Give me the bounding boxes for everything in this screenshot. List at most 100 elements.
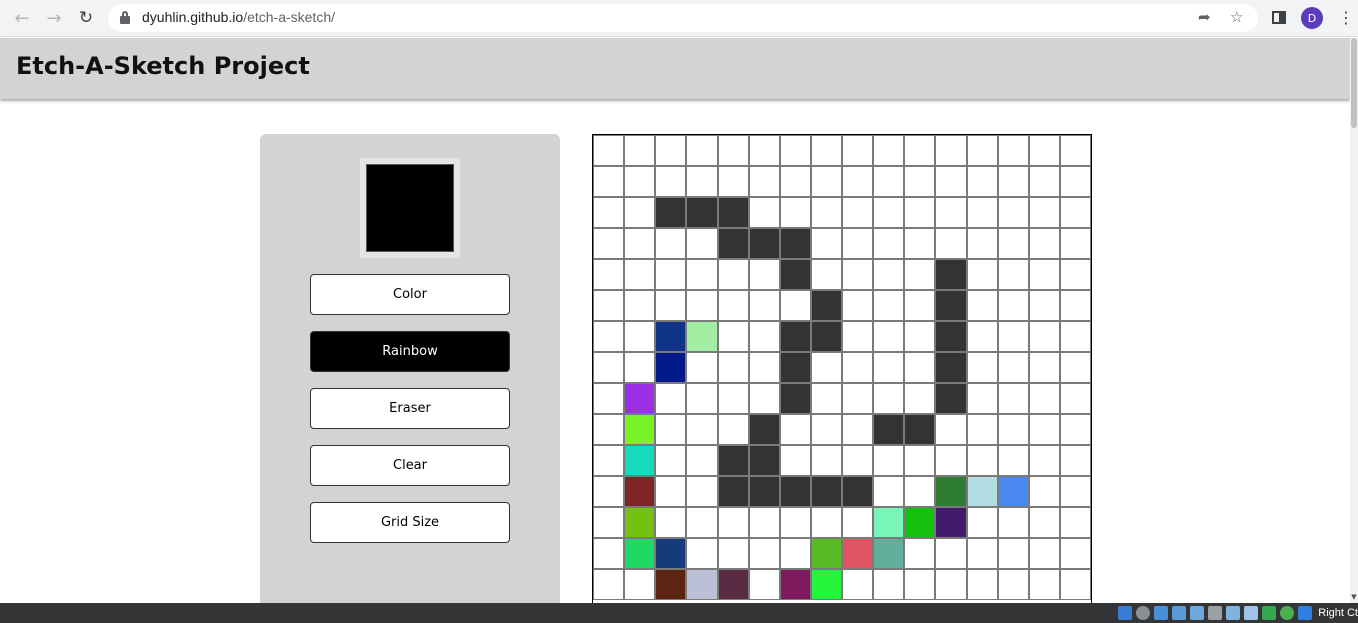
grid-cell[interactable] <box>748 228 780 259</box>
rainbow-button[interactable]: Rainbow <box>310 331 510 372</box>
grid-cell[interactable] <box>748 259 780 290</box>
grid-cell[interactable] <box>997 476 1029 507</box>
grid-cell[interactable] <box>1028 228 1060 259</box>
grid-cell[interactable] <box>904 476 936 507</box>
grid-cell[interactable] <box>935 569 967 600</box>
grid-cell[interactable] <box>997 569 1029 600</box>
grid-cell[interactable] <box>686 445 718 476</box>
grid-cell[interactable] <box>935 507 967 538</box>
grid-cell[interactable] <box>717 259 749 290</box>
grid-cell[interactable] <box>624 383 656 414</box>
grid-cell[interactable] <box>1059 259 1091 290</box>
lock-icon[interactable] <box>120 11 130 24</box>
grid-cell[interactable] <box>873 197 905 228</box>
grid-cell[interactable] <box>935 538 967 569</box>
grid-cell[interactable] <box>997 445 1029 476</box>
grid-cell[interactable] <box>966 166 998 197</box>
grid-cell[interactable] <box>842 476 874 507</box>
grid-cell[interactable] <box>810 569 842 600</box>
grid-cell[interactable] <box>717 197 749 228</box>
grid-cell[interactable] <box>717 445 749 476</box>
grid-cell[interactable] <box>624 414 656 445</box>
grid-cell[interactable] <box>593 352 625 383</box>
grid-cell[interactable] <box>779 507 811 538</box>
grid-cell[interactable] <box>1059 507 1091 538</box>
grid-cell[interactable] <box>997 414 1029 445</box>
grid-cell[interactable] <box>593 476 625 507</box>
grid-cell[interactable] <box>873 135 905 166</box>
globe-icon[interactable] <box>1280 606 1295 620</box>
disc-icon[interactable] <box>1136 606 1151 620</box>
grid-cell[interactable] <box>1028 259 1060 290</box>
grid-cell[interactable] <box>1028 383 1060 414</box>
color-swatch[interactable] <box>360 158 460 258</box>
grid-cell[interactable] <box>593 166 625 197</box>
grid-cell[interactable] <box>810 197 842 228</box>
grid-cell[interactable] <box>655 321 687 352</box>
grid-cell[interactable] <box>655 445 687 476</box>
grid-cell[interactable] <box>966 414 998 445</box>
grid-cell[interactable] <box>655 569 687 600</box>
grid-cell[interactable] <box>935 476 967 507</box>
grid-cell[interactable] <box>1059 290 1091 321</box>
grid-cell[interactable] <box>748 538 780 569</box>
clear-button[interactable]: Clear <box>310 445 510 486</box>
grid-cell[interactable] <box>842 290 874 321</box>
current-color-preview[interactable] <box>366 164 454 252</box>
grid-cell[interactable] <box>935 228 967 259</box>
grid-cell[interactable] <box>1028 476 1060 507</box>
grid-cell[interactable] <box>1059 445 1091 476</box>
grid-cell[interactable] <box>873 321 905 352</box>
grid-cell[interactable] <box>997 259 1029 290</box>
grid-cell[interactable] <box>593 507 625 538</box>
grid-cell[interactable] <box>779 569 811 600</box>
grid-cell[interactable] <box>873 569 905 600</box>
grid-cell[interactable] <box>717 569 749 600</box>
grid-cell[interactable] <box>810 135 842 166</box>
grid-cell[interactable] <box>966 352 998 383</box>
page-scrollbar[interactable]: ▼ <box>1350 38 1358 603</box>
grid-cell[interactable] <box>873 166 905 197</box>
grid-cell[interactable] <box>810 352 842 383</box>
grid-cell[interactable] <box>997 383 1029 414</box>
grid-cell[interactable] <box>748 569 780 600</box>
grid-cell[interactable] <box>1059 321 1091 352</box>
grid-cell[interactable] <box>873 228 905 259</box>
grid-cell[interactable] <box>810 538 842 569</box>
grid-cell[interactable] <box>904 569 936 600</box>
grid-cell[interactable] <box>1028 197 1060 228</box>
grid-cell[interactable] <box>904 197 936 228</box>
eraser-button[interactable]: Eraser <box>310 388 510 429</box>
chip-icon[interactable] <box>1262 606 1277 620</box>
grid-cell[interactable] <box>686 290 718 321</box>
grid-cell[interactable] <box>997 197 1029 228</box>
grid-cell[interactable] <box>655 259 687 290</box>
grid-cell[interactable] <box>873 476 905 507</box>
grid-cell[interactable] <box>779 476 811 507</box>
grid-cell[interactable] <box>1059 569 1091 600</box>
folder-icon[interactable] <box>1208 606 1223 620</box>
grid-cell[interactable] <box>686 135 718 166</box>
grid-cell[interactable] <box>779 197 811 228</box>
grid-cell[interactable] <box>655 538 687 569</box>
grid-cell[interactable] <box>655 166 687 197</box>
scrollbar-thumb[interactable] <box>1351 38 1357 128</box>
grid-cell[interactable] <box>655 383 687 414</box>
grid-cell[interactable] <box>779 538 811 569</box>
grid-cell[interactable] <box>873 507 905 538</box>
grid-cell[interactable] <box>624 135 656 166</box>
grid-cell[interactable] <box>904 538 936 569</box>
grid-cell[interactable] <box>966 383 998 414</box>
grid-cell[interactable] <box>655 352 687 383</box>
grid-cell[interactable] <box>842 507 874 538</box>
grid-cell[interactable] <box>935 290 967 321</box>
grid-cell[interactable] <box>593 197 625 228</box>
grid-cell[interactable] <box>779 414 811 445</box>
grid-cell[interactable] <box>624 228 656 259</box>
grid-cell[interactable] <box>748 166 780 197</box>
grid-cell[interactable] <box>717 352 749 383</box>
grid-cell[interactable] <box>935 352 967 383</box>
sketch-grid[interactable] <box>592 134 1092 614</box>
grid-cell[interactable] <box>593 228 625 259</box>
grid-cell[interactable] <box>686 197 718 228</box>
